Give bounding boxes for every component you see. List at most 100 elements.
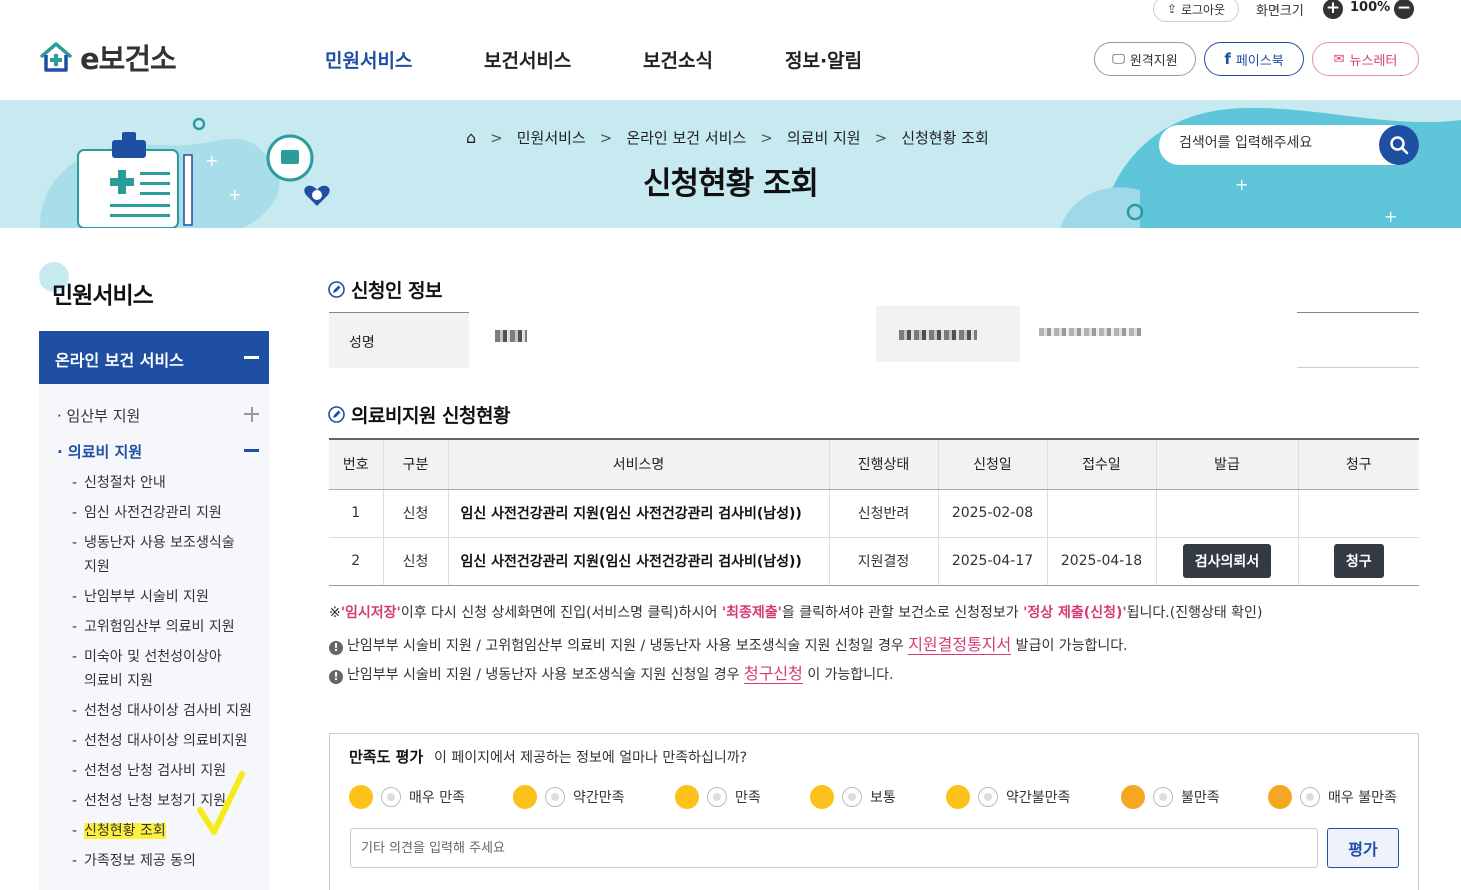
rating-option-very-dissatisfied[interactable]: 매우 불만족 <box>1268 785 1397 809</box>
applicant-section-title: 신청인 정보 <box>328 276 443 303</box>
sidebar-item[interactable]: - 임신 사전건강관리 지원 <box>72 501 222 525</box>
site-logo[interactable]: e보건소 <box>38 36 177 78</box>
service-name-link[interactable]: 임신 사전건강관리 지원(임신 사전건강관리 검사비(남성)) <box>447 537 829 586</box>
zoom-in-button[interactable]: + <box>1323 0 1343 19</box>
rating-option-somewhat-dissatisfied[interactable]: 약간불만족 <box>946 785 1070 809</box>
notice-claim: ! 난임부부 시술비 지원 / 냉동난자 사용 보조생식술 지원 신청일 경우 청… <box>329 660 894 684</box>
unamused-emoji-icon <box>946 785 970 809</box>
feedback-input[interactable] <box>350 828 1318 868</box>
rating-label: 약간불만족 <box>1006 790 1071 806</box>
rating-label: 불만족 <box>1181 790 1220 806</box>
service-name-link[interactable]: 임신 사전건강관리 지원(임신 사전건강관리 검사비(남성)) <box>447 489 829 538</box>
rating-option-very-satisfied[interactable]: 매우 만족 <box>349 785 465 809</box>
sidebar-item[interactable]: - 미숙아 및 선천성이상아 의료비 지원 <box>72 645 222 693</box>
collapse-icon[interactable] <box>244 356 259 359</box>
column-header: 접수일 <box>1046 438 1156 490</box>
info-icon: ! <box>329 641 343 655</box>
rating-radio[interactable] <box>545 787 565 807</box>
status-table: 번호 구분 서비스명 진행상태 신청일 접수일 발급 청구 1 신청 임신 사전… <box>329 438 1419 586</box>
claim-button[interactable]: 청구 <box>1333 544 1384 578</box>
status-section-label: 의료비지원 신청현황 <box>351 405 510 427</box>
column-header: 번호 <box>329 438 383 490</box>
note-text: 난임부부 시술비 지원 / 냉동난자 사용 보조생식술 지원 신청일 경우 <box>347 667 744 683</box>
logout-icon: ⇪ <box>1166 2 1177 16</box>
row-claim: 청구 <box>1297 537 1419 586</box>
note-text: 발급이 가능합니다. <box>1011 638 1128 654</box>
facebook-button[interactable]: f 페이스북 <box>1204 42 1304 76</box>
sidebar-item-label: 난임부부 시술비 지원 <box>84 589 209 605</box>
home-icon[interactable]: ⌂ <box>466 128 476 147</box>
nav-item-civil[interactable]: 민원서비스 <box>325 46 412 73</box>
sidebar-item[interactable]: - 난임부부 시술비 지원 <box>72 585 209 609</box>
sidebar-section-header[interactable]: 온라인 보건 서비스 <box>39 331 269 384</box>
row-applied-date: 2025-04-17 <box>937 537 1047 586</box>
nav-item-news[interactable]: 보건소식 <box>643 46 713 73</box>
breadcrumb-item[interactable]: 의료비 지원 <box>787 127 861 148</box>
rating-option-satisfied[interactable]: 만족 <box>675 785 761 809</box>
logout-button[interactable]: ⇪ 로그아웃 <box>1153 0 1239 22</box>
note-text: 이 가능합니다. <box>802 667 894 683</box>
sidebar-title: 민원서비스 <box>52 283 154 309</box>
sidebar-group-label: 의료비 지원 <box>67 443 143 461</box>
expand-icon[interactable] <box>250 406 253 422</box>
facebook-label: 페이스북 <box>1235 53 1284 69</box>
sidebar-group-pregnant[interactable]: · 임산부 지원 <box>57 405 140 426</box>
note-highlight: '최종제출' <box>721 605 782 621</box>
rating-radio[interactable] <box>1153 787 1173 807</box>
remote-support-button[interactable]: 🖵 원격지원 <box>1094 42 1196 76</box>
redacted-value <box>495 330 527 342</box>
nav-item-info[interactable]: 정보·알림 <box>785 46 862 73</box>
sidebar-item[interactable]: - 냉동난자 사용 보조생식술 지원 <box>72 531 235 579</box>
row-issue: 검사의뢰서 <box>1155 537 1298 586</box>
breadcrumb-item[interactable]: 신청현황 조회 <box>901 127 989 148</box>
newsletter-label: 뉴스레터 <box>1349 53 1398 69</box>
sidebar-item[interactable]: - 고위험임산부 의료비 지원 <box>72 615 235 639</box>
row-claim <box>1297 489 1419 538</box>
sidebar-item-label: 지원 <box>84 559 110 575</box>
rating-option-neutral[interactable]: 보통 <box>810 785 896 809</box>
sidebar-group-medical[interactable]: · 의료비 지원 <box>57 441 142 462</box>
search-icon <box>1390 136 1409 155</box>
inspection-request-button[interactable]: 검사의뢰서 <box>1182 544 1272 578</box>
search-button[interactable] <box>1379 125 1419 165</box>
breadcrumb-item[interactable]: 온라인 보건 서비스 <box>626 127 746 148</box>
note-highlight: '임시저장' <box>340 605 401 621</box>
rating-option-dissatisfied[interactable]: 불만족 <box>1121 785 1220 809</box>
table-border <box>1297 312 1419 368</box>
zoom-value: 100% <box>1350 0 1391 15</box>
sidebar-item[interactable]: - 선천성 대사이상 검사비 지원 <box>72 699 252 723</box>
sidebar-item[interactable]: - 선천성 대사이상 의료비지원 <box>72 729 247 753</box>
rating-radio[interactable] <box>842 787 862 807</box>
collapse-icon[interactable] <box>244 449 259 452</box>
sidebar-item-label: 신청현황 조회 <box>84 823 166 839</box>
note-text: 됩니다.(진행상태 확인) <box>1126 605 1263 621</box>
sidebar-item[interactable]: - 신청절차 안내 <box>72 471 166 495</box>
redacted-value <box>899 330 977 340</box>
submit-rating-button[interactable]: 평가 <box>1327 828 1399 868</box>
rating-label: 보통 <box>870 790 896 806</box>
breadcrumb: ⌂ > 민원서비스 > 온라인 보건 서비스 > 의료비 지원 > 신청현황 조… <box>466 127 989 148</box>
sidebar-item-label: 냉동난자 사용 보조생식술 <box>84 535 235 551</box>
sidebar-item-current[interactable]: - 신청현황 조회 <box>72 819 166 843</box>
sidebar-item-label: 미숙아 및 선천성이상아 <box>84 649 222 665</box>
rating-label: 매우 만족 <box>409 790 465 806</box>
newsletter-button[interactable]: ✉ 뉴스레터 <box>1312 42 1419 76</box>
note-text: 이후 다시 신청 상세화면에 진입(서비스명 클릭)하시어 <box>400 605 722 621</box>
rating-option-somewhat-satisfied[interactable]: 약간만족 <box>513 785 625 809</box>
column-header: 발급 <box>1155 438 1298 490</box>
rating-radio[interactable] <box>978 787 998 807</box>
zoom-out-button[interactable]: − <box>1394 0 1414 19</box>
sidebar-item[interactable]: - 가족정보 제공 동의 <box>72 849 196 873</box>
pencil-circle-icon <box>328 281 345 298</box>
notice-decision-letter: ! 난임부부 시술비 지원 / 고위험임산부 의료비 지원 / 냉동난자 사용 보… <box>329 631 1128 655</box>
rating-radio[interactable] <box>1300 787 1320 807</box>
row-state: 지원결정 <box>828 537 938 586</box>
rating-radio[interactable] <box>707 787 727 807</box>
sidebar-section-label: 온라인 보건 서비스 <box>55 351 184 370</box>
rating-radio[interactable] <box>381 787 401 807</box>
breadcrumb-item[interactable]: 민원서비스 <box>517 127 586 148</box>
nav-item-health[interactable]: 보건서비스 <box>484 46 571 73</box>
chevron-right-icon: > <box>760 128 773 147</box>
checkmark-annotation <box>197 771 245 835</box>
search-input[interactable] <box>1179 135 1369 151</box>
